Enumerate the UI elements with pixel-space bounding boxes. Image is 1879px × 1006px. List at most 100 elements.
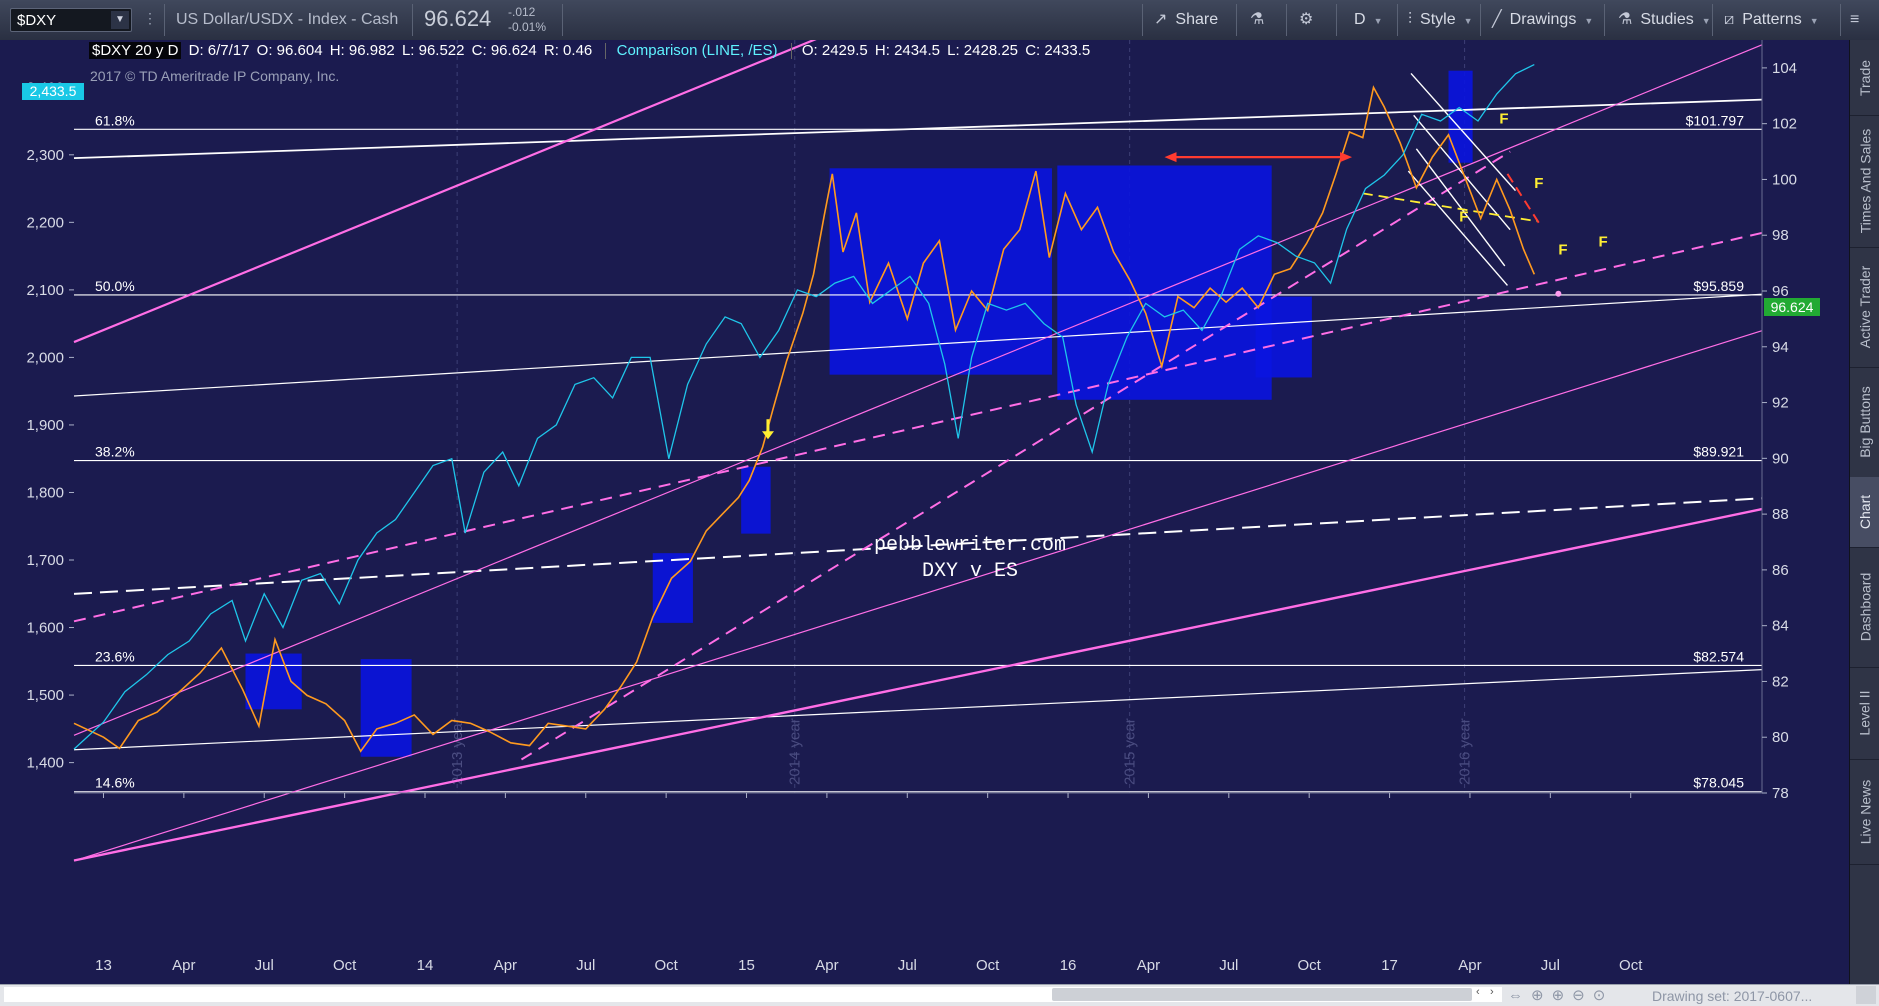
flask-button[interactable]: ⚗ bbox=[1250, 0, 1272, 40]
bottom-bar: ‹ › ⇔⊕⊕⊖⊙ Drawing set: 2017-0607... bbox=[0, 984, 1879, 1006]
copyright-text: 2017 © TD Ameritrade IP Company, Inc. bbox=[90, 68, 340, 84]
chevron-down-icon: ▼ bbox=[1373, 16, 1383, 26]
period-button[interactable]: D ▼ bbox=[1354, 0, 1382, 40]
zoom-in-icon[interactable]: ⊕ bbox=[1552, 987, 1573, 1004]
fib-price-label: $78.045 bbox=[1693, 775, 1744, 791]
es-price-badge: 2,433.5 bbox=[22, 83, 84, 100]
patterns-icon: ⧄ bbox=[1724, 11, 1735, 28]
x-axis-label: 14 bbox=[417, 957, 434, 974]
x-axis-label: 15 bbox=[738, 957, 755, 974]
left-axis-label: 1,700 bbox=[26, 552, 64, 569]
fib-price-label: $95.859 bbox=[1693, 278, 1744, 294]
settings-button[interactable]: ⚙ bbox=[1299, 0, 1321, 40]
zoom-reset-icon[interactable]: ⊙ bbox=[1593, 987, 1614, 1004]
flask-icon: ⚗ bbox=[1618, 11, 1633, 28]
crosshair-icon[interactable]: ⊕ bbox=[1531, 987, 1552, 1004]
zoom-out-icon[interactable]: ⊖ bbox=[1572, 987, 1593, 1004]
drawings-button[interactable]: ╱ Drawings ▼ bbox=[1492, 0, 1593, 40]
left-axis-label: 2,200 bbox=[26, 214, 64, 231]
link-icon[interactable]: ⋮ bbox=[143, 10, 157, 30]
chevron-down-icon: ▼ bbox=[1809, 16, 1819, 26]
divider bbox=[1712, 4, 1713, 36]
share-button[interactable]: ↗ Share bbox=[1154, 0, 1218, 40]
scroll-right-icon[interactable]: › bbox=[1490, 986, 1494, 998]
tab-dashboard[interactable]: Dashboard bbox=[1850, 547, 1879, 668]
top-toolbar: $DXY ▼ ⋮ US Dollar/USDX - Index - Cash 9… bbox=[0, 0, 1879, 41]
chevron-down-icon: ▼ bbox=[1463, 16, 1473, 26]
tab-label: Chart bbox=[1857, 494, 1874, 530]
price-change: -.012 -0.01% bbox=[508, 5, 546, 35]
share-icon: ↗ bbox=[1154, 11, 1168, 28]
flask-icon: ⚗ bbox=[1250, 11, 1265, 28]
period-label: D bbox=[1354, 11, 1366, 28]
bar-range: R: 0.46 bbox=[543, 42, 593, 59]
right-axis-label: 78 bbox=[1772, 785, 1789, 802]
left-axis-label: 1,900 bbox=[26, 417, 64, 434]
chevron-down-icon[interactable]: ▼ bbox=[111, 11, 129, 29]
x-axis-label: Oct bbox=[654, 957, 678, 974]
studies-label: Studies bbox=[1640, 11, 1694, 28]
tab-live-news[interactable]: Live News bbox=[1850, 759, 1879, 865]
style-button[interactable]: ⫶ Style ▼ bbox=[1408, 0, 1473, 40]
fractal-marker: F bbox=[1558, 242, 1567, 259]
style-icon: ⫶ bbox=[1408, 11, 1413, 28]
divider bbox=[1236, 4, 1237, 36]
x-axis-label: Jul bbox=[1219, 957, 1238, 974]
highlight-box bbox=[1255, 296, 1312, 378]
tab-level-ii[interactable]: Level II bbox=[1850, 667, 1879, 760]
scrollbar-thumb[interactable] bbox=[1052, 988, 1472, 1001]
chevron-down-icon: ▼ bbox=[1701, 16, 1711, 26]
divider bbox=[164, 4, 165, 36]
fractal-marker: F bbox=[1599, 233, 1608, 250]
divider bbox=[605, 43, 607, 60]
divider bbox=[1840, 4, 1841, 36]
menu-button[interactable]: ≡ bbox=[1850, 0, 1867, 40]
highlight-box bbox=[1448, 70, 1473, 163]
scroll-left-icon[interactable]: ‹ bbox=[1476, 986, 1480, 998]
bar-date: D: 6/7/17 bbox=[188, 42, 250, 59]
cmp-low: L: 2428.25 bbox=[947, 42, 1019, 59]
fib-pct-label: 14.6% bbox=[95, 775, 135, 791]
x-axis-label: Apr bbox=[1458, 957, 1481, 974]
x-axis-label: Oct bbox=[1619, 957, 1643, 974]
tab-label: Active Trader bbox=[1857, 265, 1874, 349]
price-chart[interactable]: 2013 year 2014 year 2015 year 2016 year 61.… bbox=[0, 40, 1849, 984]
symbol-text: $DXY bbox=[17, 12, 57, 29]
x-axis-label: Apr bbox=[1137, 957, 1160, 974]
fib-price-label: $89.921 bbox=[1693, 444, 1744, 460]
year-label: 2016 year bbox=[1457, 718, 1474, 785]
divider bbox=[1397, 4, 1398, 36]
tab-times-and-sales[interactable]: Times And Sales bbox=[1850, 115, 1879, 248]
pan-icon[interactable]: ⇔ bbox=[1508, 987, 1531, 1004]
bar-high: H: 96.982 bbox=[329, 42, 395, 59]
bar-open: O: 96.604 bbox=[256, 42, 323, 59]
studies-button[interactable]: ⚗ Studies ▼ bbox=[1618, 0, 1711, 40]
patterns-button[interactable]: ⧄ Patterns ▼ bbox=[1724, 0, 1819, 40]
tab-trade[interactable]: Trade bbox=[1850, 40, 1879, 116]
tab-active-trader[interactable]: Active Trader bbox=[1850, 247, 1879, 368]
right-axis-label: 98 bbox=[1772, 227, 1789, 244]
left-axis-label: 1,800 bbox=[26, 484, 64, 501]
cmp-close: C: 2433.5 bbox=[1025, 42, 1091, 59]
chevron-down-icon: ▼ bbox=[1584, 16, 1594, 26]
net-change: -.012 bbox=[508, 5, 536, 19]
zoom-controls[interactable]: ⇔⊕⊕⊖⊙ bbox=[1508, 986, 1613, 1004]
drawing-set-label: Drawing set: 2017-0607... bbox=[1652, 988, 1813, 1004]
right-axis-label: 104 bbox=[1772, 60, 1797, 77]
left-axis-label: 2,000 bbox=[26, 349, 64, 366]
chart-title: $DXY 20 y D bbox=[89, 42, 182, 59]
fractal-marker: F bbox=[1534, 175, 1543, 192]
year-label: 2014 year bbox=[787, 718, 804, 785]
divider bbox=[1604, 4, 1605, 36]
instrument-name: US Dollar/USDX - Index - Cash bbox=[176, 11, 399, 28]
bar-close: C: 96.624 bbox=[471, 42, 537, 59]
tab-big-buttons[interactable]: Big Buttons bbox=[1850, 367, 1879, 478]
symbol-input[interactable]: $DXY ▼ bbox=[10, 8, 132, 32]
x-axis-label: Apr bbox=[815, 957, 838, 974]
x-axis-label: 13 bbox=[95, 957, 112, 974]
tab-chart[interactable]: Chart bbox=[1850, 477, 1879, 548]
style-label: Style bbox=[1420, 11, 1456, 28]
right-axis-label: 84 bbox=[1772, 618, 1789, 635]
expand-button[interactable] bbox=[1856, 986, 1876, 1004]
fib-pct-label: 50.0% bbox=[95, 278, 135, 294]
